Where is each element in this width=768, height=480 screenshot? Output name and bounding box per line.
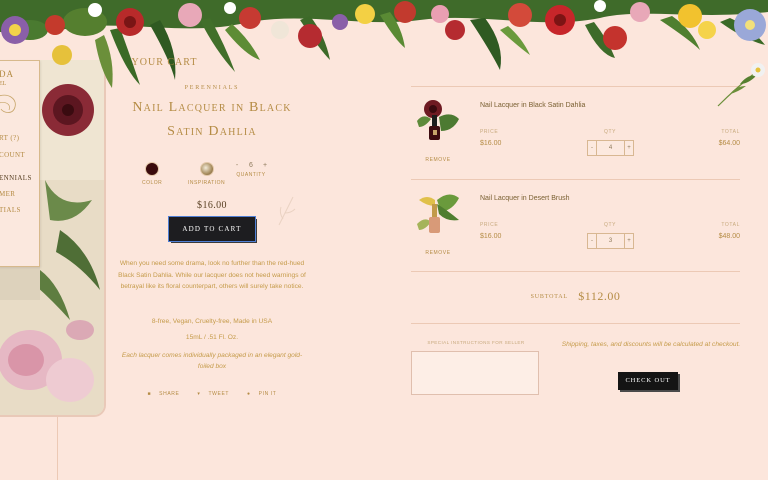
floral-banner (0, 0, 768, 95)
share-facebook-link[interactable]: ■ SHARE (144, 391, 184, 397)
special-instructions-label: SPECIAL INSTRUCTIONS FOR SELLER (427, 340, 525, 345)
quantity-input[interactable]: 3 (597, 234, 624, 248)
total-column-label: TOTAL (721, 222, 740, 228)
cart-heading: YOUR CART (131, 57, 198, 68)
special-instructions-input[interactable] (411, 351, 539, 395)
inspiration-option[interactable]: INSPIRATION (188, 162, 225, 186)
quantity-increase-button[interactable]: + (624, 234, 633, 248)
flower-sprig-decoration-icon (717, 63, 765, 107)
qty-column-label: QTY (604, 222, 617, 228)
nav-item-cart[interactable]: RT (?) (0, 134, 19, 142)
inspiration-swatch[interactable] (199, 162, 214, 176)
subtotal-row: SUBTOTAL $112.00 (411, 288, 740, 306)
remove-item-link[interactable]: REMOVE (415, 157, 461, 163)
cart-quantity-stepper: - 3 + (587, 233, 634, 249)
cart-quantity-stepper: - 4 + (587, 140, 634, 156)
cart-item-total: $48.00 (718, 233, 740, 240)
total-column-label: TOTAL (721, 129, 740, 135)
product-price: $16.00 (197, 200, 227, 211)
checkout-button[interactable]: CHECK OUT (618, 372, 678, 390)
product-title: Nail Lacquer in Black Satin Dahlia (132, 100, 292, 139)
color-label: COLOR (142, 180, 163, 186)
price-column-label: PRICE (480, 222, 499, 228)
quantity-label: QUANTITY (236, 172, 266, 178)
quantity-decrease-button[interactable]: - (588, 141, 597, 155)
nav-item-perennials[interactable]: ENNIALS (0, 174, 32, 182)
cart-item: REMOVE Nail Lacquer in Black Satin Dahli… (411, 87, 740, 179)
cart-item-name[interactable]: Nail Lacquer in Black Satin Dahlia (480, 102, 585, 109)
quantity-input[interactable]: 4 (597, 141, 624, 155)
remove-item-link[interactable]: REMOVE (415, 250, 461, 256)
facebook-icon: ■ (147, 390, 152, 397)
nav-item-summer[interactable]: MER (0, 190, 15, 198)
add-to-cart-button[interactable]: ADD TO CART (169, 217, 255, 241)
quantity-stepper: -6 + QUANTITY (229, 162, 273, 178)
product-thumbnail-desert-brush[interactable] (413, 190, 461, 238)
cart-item-price: $16.00 (480, 140, 502, 147)
product-options: COLOR INSPIRATION -6 + QUANTITY (104, 162, 320, 194)
product-description: When you need some drama, look no furthe… (118, 260, 306, 290)
share-pinterest-link[interactable]: ● PIN IT (243, 391, 280, 397)
inspiration-label: INSPIRATION (188, 180, 226, 186)
price-column-label: PRICE (480, 129, 499, 135)
share-links: ■ SHARE ▾ TWEET ● PIN IT (104, 391, 320, 397)
product-thumbnail-black-satin-dahlia[interactable] (413, 97, 461, 145)
color-swatch[interactable] (145, 162, 160, 176)
nav-item-essentials[interactable]: TIALS (0, 206, 21, 214)
quantity-value[interactable]: 6 (244, 162, 258, 169)
divider (411, 271, 740, 272)
floral-banner-illustration (0, 0, 768, 88)
cart-item-name[interactable]: Nail Lacquer in Desert Brush (480, 195, 570, 202)
shipping-note: Shipping, taxes, and discounts will be c… (561, 341, 741, 348)
quantity-decrease-button[interactable]: - (230, 162, 244, 169)
share-twitter-link[interactable]: ▾ TWEET (193, 391, 233, 397)
twitter-icon: ▾ (197, 390, 201, 397)
quantity-decrease-button[interactable]: - (588, 234, 597, 248)
spec-formula: 8-free, Vegan, Cruelty-free, Made in USA (151, 317, 273, 325)
cart-item-price: $16.00 (480, 233, 502, 240)
spec-volume: 15mL / .51 Fl. Oz. (185, 333, 239, 341)
quantity-increase-button[interactable]: + (258, 162, 272, 169)
spec-packaging: Each lacquer comes individually packaged… (121, 351, 303, 371)
subtotal-label: SUBTOTAL (530, 293, 568, 300)
divider (411, 323, 740, 324)
cart-item: REMOVE Nail Lacquer in Desert Brush PRIC… (411, 180, 740, 272)
color-option[interactable]: COLOR (142, 162, 162, 186)
cart-item-total: $64.00 (718, 140, 740, 147)
quantity-increase-button[interactable]: + (624, 141, 633, 155)
nav-item-account[interactable]: COUNT (0, 151, 25, 159)
product-details: PERENNIALS Nail Lacquer in Black Satin D… (104, 80, 320, 397)
qty-column-label: QTY (604, 129, 617, 135)
page-rule (57, 415, 58, 480)
pinterest-icon: ● (247, 390, 251, 397)
subtotal-amount: $112.00 (578, 289, 621, 304)
